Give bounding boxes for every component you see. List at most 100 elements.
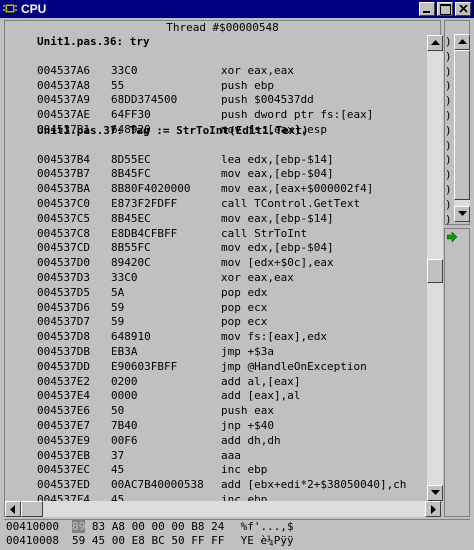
instruction-row[interactable]: 004537A6 33C0 xor eax,eax <box>5 64 425 79</box>
instruction-bytes: 7B40 <box>111 418 138 432</box>
instruction-address: 004537EC <box>37 463 90 477</box>
instruction-row[interactable]: 004537CD 8B55FC mov edx,[ebp-$04] <box>5 241 425 256</box>
instruction-bytes: 8B80F4020000 <box>111 182 191 196</box>
minimize-button[interactable] <box>419 2 435 16</box>
dump-ascii: YE è¼Pÿÿ <box>234 534 294 547</box>
memory-dump-pane[interactable]: 00410000 89 83 A8 00 00 00 B8 24 %f'...,$… <box>4 519 470 550</box>
instruction-row[interactable]: 004537BA 8B80F4020000 mov eax,[eax+$000002… <box>5 182 425 197</box>
stack-pane[interactable] <box>444 228 470 517</box>
thread-header: Thread #$00000548 <box>166 21 279 34</box>
instruction-mnemonic: lea edx,[ebp-$14] <box>221 152 334 166</box>
disassembly-vertical-scrollbar[interactable] <box>427 35 443 501</box>
registers-vertical-scrollbar[interactable] <box>454 34 470 222</box>
horizontal-scroll-thumb[interactable] <box>21 501 43 517</box>
instruction-bytes: 0000 <box>111 389 138 403</box>
instruction-row[interactable]: 004537D5 5A pop edx <box>5 286 425 301</box>
scroll-right-button[interactable] <box>425 501 441 517</box>
instruction-bytes: 59 <box>111 315 125 329</box>
disassembly-horizontal-scrollbar[interactable] <box>5 501 441 517</box>
instruction-row[interactable]: 004537D8 648910 mov fs:[eax],edx <box>5 330 425 345</box>
dump-address: 00410000 <box>6 520 59 533</box>
instruction-row[interactable]: 004537E7 7B40 jnp +$40 <box>5 419 425 434</box>
instruction-bytes: 89420C <box>111 256 151 270</box>
vertical-scroll-thumb[interactable] <box>427 259 443 283</box>
dump-row[interactable]: 00410008 59 45 00 E8 BC 50 FF FF YE è¼Pÿÿ <box>4 534 470 548</box>
instruction-mnemonic: pop edx <box>221 285 268 299</box>
disassembly-list[interactable]: Unit1.pas.36: try 004537A6 33C0 xor eax,eax… <box>5 35 425 501</box>
instruction-address: 004537AE <box>37 108 90 122</box>
instruction-bytes: 45 <box>111 463 125 477</box>
instruction-row[interactable]: 004537E2 0200 add al,[eax] <box>5 375 425 390</box>
cpu-app-icon <box>2 2 18 16</box>
instruction-address: 004537DB <box>37 344 90 358</box>
instruction-mnemonic: mov eax,[ebp-$14] <box>221 211 334 225</box>
selected-byte[interactable]: 89 <box>72 520 86 533</box>
instruction-row[interactable]: 004537C0 E873F2FDFF call TControl.GetText <box>5 197 425 212</box>
instruction-mnemonic: pop ecx <box>221 300 268 314</box>
instruction-row[interactable]: 004537E9 00F6 add dh,dh <box>5 434 425 449</box>
instruction-row[interactable]: 004537D6 59 pop ecx <box>5 301 425 316</box>
instruction-address: 004537E7 <box>37 418 90 432</box>
instruction-row[interactable]: 004537EB 37 aaa <box>5 449 425 464</box>
dump-row[interactable]: 00410000 89 83 A8 00 00 00 B8 24 %f'...,$ <box>4 520 470 534</box>
instruction-row[interactable]: 004537F4 45 inc ebp <box>5 493 425 501</box>
source-line[interactable]: Unit1.pas.37: Tag := StrToInt(Edit1.Text… <box>5 124 425 139</box>
instruction-bytes: 00F6 <box>111 433 138 447</box>
instruction-row[interactable]: 004537EC 45 inc ebp <box>5 463 425 478</box>
instruction-row[interactable]: 004537D0 89420C mov [edx+$0c],eax <box>5 256 425 271</box>
instruction-row[interactable]: 004537AE 64FF30 push dword ptr fs:[eax] <box>5 108 425 123</box>
instruction-bytes: 37 <box>111 448 125 462</box>
instruction-bytes: 59 <box>111 300 125 314</box>
instruction-row[interactable]: 004537A8 55 push ebp <box>5 79 425 94</box>
disassembly-pane[interactable]: Thread #$00000548 Unit1.pas.36: try 00453… <box>4 20 443 517</box>
instruction-mnemonic: jmp @HandleOnException <box>221 359 367 373</box>
instruction-row[interactable]: 004537E4 0000 add [eax],al <box>5 389 425 404</box>
instruction-mnemonic: pop ecx <box>221 315 268 329</box>
registers-scroll-up-button[interactable] <box>454 34 470 50</box>
window-controls <box>417 2 471 16</box>
instruction-row[interactable]: 004537B7 8B45FC mov eax,[ebp-$04] <box>5 167 425 182</box>
instruction-bytes: 00AC7B40000538 <box>111 478 204 492</box>
title-bar[interactable]: CPU <box>0 0 474 18</box>
source-text: Unit1.pas.36: try <box>37 35 150 48</box>
scroll-left-button[interactable] <box>5 501 21 517</box>
instruction-address: 004537D3 <box>37 270 90 284</box>
instruction-bytes: 8B45FC <box>111 167 151 181</box>
instruction-mnemonic: inc ebp <box>221 492 268 501</box>
instruction-row[interactable]: 004537B4 8D55EC lea edx,[ebp-$14] <box>5 153 425 168</box>
instruction-mnemonic: mov [edx+$0c],eax <box>221 256 334 270</box>
instruction-address: 004537DD <box>37 359 90 373</box>
instruction-mnemonic: mov eax,[ebp-$04] <box>221 167 334 181</box>
instruction-address: 004537CD <box>37 241 90 255</box>
instruction-row[interactable]: 004537D7 59 pop ecx <box>5 315 425 330</box>
scroll-down-button[interactable] <box>427 485 443 501</box>
instruction-row[interactable]: 004537D3 33C0 xor eax,eax <box>5 271 425 286</box>
registers-scroll-thumb[interactable] <box>454 50 470 200</box>
source-text: Unit1.pas.37: Tag := StrToInt(Edit1.Text… <box>37 123 309 137</box>
arrow-right-icon <box>431 505 436 514</box>
instruction-bytes: 33C0 <box>111 270 138 284</box>
instruction-address: 004537D0 <box>37 256 90 270</box>
instruction-row[interactable]: 004537A9 68DD374500 push $004537dd <box>5 93 425 108</box>
instruction-bytes: 45 <box>111 492 125 501</box>
instruction-row[interactable]: 004537ED 00AC7B40000538 add [ebx+edi*2+$38… <box>5 478 425 493</box>
maximize-button[interactable] <box>437 2 453 16</box>
instruction-address: 004537E4 <box>37 389 90 403</box>
instruction-row[interactable]: 004537E6 50 push eax <box>5 404 425 419</box>
registers-scroll-down-button[interactable] <box>454 206 470 222</box>
instruction-row[interactable]: 004537C8 E8DB4CFBFF call StrToInt <box>5 227 425 242</box>
green-arrow-right-icon <box>447 232 457 242</box>
instruction-row[interactable]: 004537DB EB3A jmp +$3a <box>5 345 425 360</box>
instruction-mnemonic: push dword ptr fs:[eax] <box>221 108 374 122</box>
instruction-address: 004537BA <box>37 182 90 196</box>
instruction-address: 004537B4 <box>37 152 90 166</box>
dump-byte-values: 83 A8 00 00 00 B8 24 <box>85 520 225 533</box>
instruction-bytes: 68DD374500 <box>111 93 178 107</box>
instruction-row[interactable]: 004537DD E90603FBFF jmp @HandleOnException <box>5 360 425 375</box>
close-button[interactable] <box>455 2 471 16</box>
scroll-up-button[interactable] <box>427 35 443 51</box>
instruction-row[interactable]: 004537C5 8B45EC mov eax,[ebp-$14] <box>5 212 425 227</box>
source-line[interactable]: Unit1.pas.36: try <box>5 35 425 50</box>
arrow-down-icon <box>458 211 467 216</box>
instruction-address: 004537C5 <box>37 211 90 225</box>
